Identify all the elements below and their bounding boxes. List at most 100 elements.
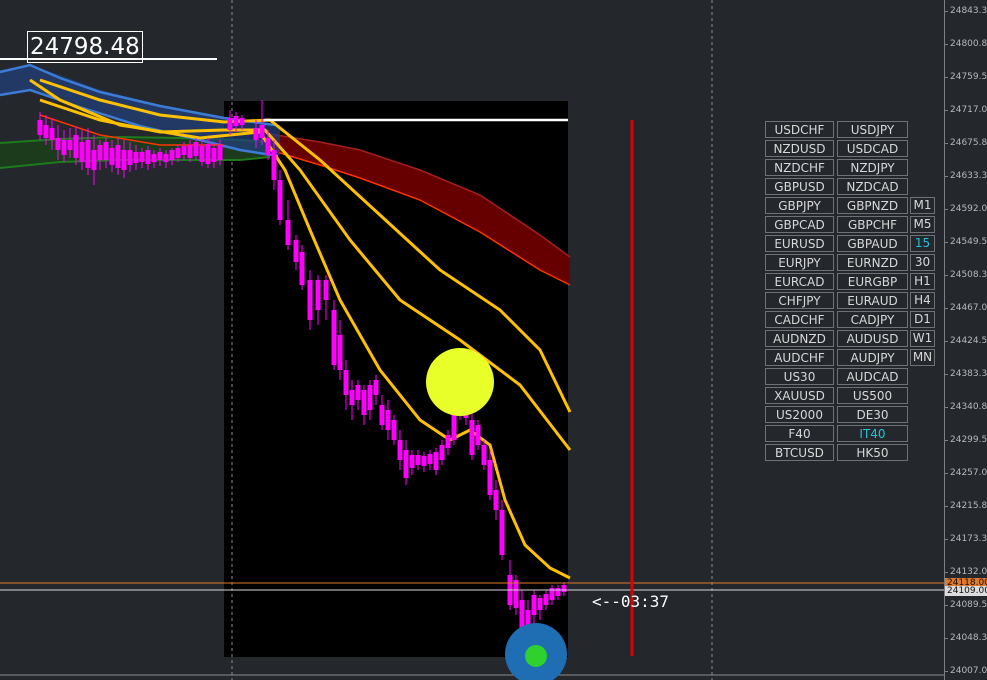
chart-window[interactable]: 24798.48 <--03:37 24843.30 24800.80 24759.… bbox=[0, 0, 987, 680]
symbol-button-audnzd[interactable]: AUDNZD bbox=[765, 330, 834, 347]
candle-body bbox=[91, 150, 97, 170]
candle-body bbox=[211, 148, 217, 162]
symbol-button-euraud[interactable]: EURAUD bbox=[837, 292, 908, 309]
candle-body bbox=[367, 385, 373, 410]
candle-body bbox=[409, 455, 415, 468]
symbol-button-gbpjpy[interactable]: GBPJPY bbox=[765, 197, 834, 214]
signal-dot-green bbox=[525, 645, 547, 667]
symbol-button-nzdusd[interactable]: NZDUSD bbox=[765, 140, 834, 157]
candle-body bbox=[145, 150, 151, 164]
candle-body bbox=[475, 425, 481, 445]
symbol-button-us500[interactable]: US500 bbox=[837, 387, 908, 404]
candle-body bbox=[361, 390, 367, 415]
symbol-button-cadjpy[interactable]: CADJPY bbox=[837, 311, 908, 328]
timeframe-button-mn[interactable]: MN bbox=[910, 349, 935, 366]
candle-body bbox=[493, 490, 499, 510]
symbol-button-f40[interactable]: F40 bbox=[765, 425, 834, 442]
price-axis-tick: 24299.55 bbox=[944, 435, 987, 445]
symbol-button-nzdcad[interactable]: NZDCAD bbox=[837, 178, 908, 195]
symbol-button-gbpcad[interactable]: GBPCAD bbox=[765, 216, 834, 233]
candle-body bbox=[233, 116, 239, 126]
symbol-button-chfjpy[interactable]: CHFJPY bbox=[765, 292, 834, 309]
price-axis-tick: 24048.30 bbox=[944, 633, 987, 643]
candle-body bbox=[385, 410, 391, 430]
candle-body bbox=[343, 370, 349, 395]
candle-body bbox=[271, 150, 277, 180]
signal-circle-yellow bbox=[426, 348, 494, 416]
price-axis-tick: 24173.30 bbox=[944, 534, 987, 544]
symbol-button-gbpusd[interactable]: GBPUSD bbox=[765, 178, 834, 195]
symbol-button-nzdchf[interactable]: NZDCHF bbox=[765, 159, 834, 176]
timeframe-button-30[interactable]: 30 bbox=[910, 254, 935, 271]
candle-body bbox=[181, 146, 187, 155]
candle-body bbox=[519, 600, 525, 630]
symbol-button-usdjpy[interactable]: USDJPY bbox=[837, 121, 908, 138]
candle-body bbox=[293, 240, 299, 262]
candle-body bbox=[163, 154, 169, 162]
candle-body bbox=[379, 405, 385, 425]
symbol-button-us30[interactable]: US30 bbox=[765, 368, 834, 385]
candle-countdown: <--03:37 bbox=[592, 592, 670, 611]
candle-body bbox=[555, 588, 561, 596]
symbol-button-cadchf[interactable]: CADCHF bbox=[765, 311, 834, 328]
symbol-button-hk50[interactable]: HK50 bbox=[837, 444, 908, 461]
symbol-button-eurjpy[interactable]: EURJPY bbox=[765, 254, 834, 271]
price-axis-tick: 24132.05 bbox=[944, 567, 987, 577]
candle-body bbox=[217, 145, 223, 160]
candle-body bbox=[445, 435, 451, 448]
symbol-button-xauusd[interactable]: XAUUSD bbox=[765, 387, 834, 404]
candle-body bbox=[499, 510, 505, 555]
candle-body bbox=[259, 125, 265, 138]
candle-body bbox=[49, 128, 55, 140]
symbol-button-eurgbp[interactable]: EURGBP bbox=[837, 273, 908, 290]
symbol-button-audusd[interactable]: AUDUSD bbox=[837, 330, 908, 347]
symbol-button-eurnzd[interactable]: EURNZD bbox=[837, 254, 908, 271]
timeframe-button-d1[interactable]: D1 bbox=[910, 311, 935, 328]
symbol-button-btcusd[interactable]: BTCUSD bbox=[765, 444, 834, 461]
price-axis-tick: 24675.80 bbox=[944, 138, 987, 148]
price-axis-tick: 24843.30 bbox=[944, 6, 987, 16]
timeframe-button-m5[interactable]: M5 bbox=[910, 216, 935, 233]
symbol-button-usdchf[interactable]: USDCHF bbox=[765, 121, 834, 138]
price-axis-tick: 24467.05 bbox=[944, 303, 987, 313]
symbol-button-nzdjpy[interactable]: NZDJPY bbox=[837, 159, 908, 176]
symbol-button-it40[interactable]: IT40 bbox=[837, 425, 908, 442]
symbol-button-usdcad[interactable]: USDCAD bbox=[837, 140, 908, 157]
timeframe-button-h4[interactable]: H4 bbox=[910, 292, 935, 309]
symbol-button-gbpchf[interactable]: GBPCHF bbox=[837, 216, 908, 233]
candle-body bbox=[513, 580, 519, 608]
ask-price-tag: 24109.00 bbox=[945, 586, 987, 596]
symbol-button-audjpy[interactable]: AUDJPY bbox=[837, 349, 908, 366]
candle-body bbox=[307, 280, 313, 320]
timeframe-button-h1[interactable]: H1 bbox=[910, 273, 935, 290]
symbol-button-gbpaud[interactable]: GBPAUD bbox=[837, 235, 908, 252]
candle-body bbox=[79, 142, 85, 162]
price-axis-tick: 24340.80 bbox=[944, 402, 987, 412]
timeframe-button-w1[interactable]: W1 bbox=[910, 330, 935, 347]
price-axis-tick: 24215.80 bbox=[944, 501, 987, 511]
symbol-button-eurusd[interactable]: EURUSD bbox=[765, 235, 834, 252]
candle-body bbox=[561, 585, 567, 592]
candle-body bbox=[199, 146, 205, 162]
candle-body bbox=[337, 335, 343, 370]
candle-body bbox=[397, 440, 403, 460]
candle-body bbox=[43, 125, 49, 138]
candle-body bbox=[157, 152, 163, 160]
symbol-button-audcad[interactable]: AUDCAD bbox=[837, 368, 908, 385]
candle-body bbox=[433, 452, 439, 470]
current-price-label: 24798.48 bbox=[27, 31, 143, 63]
candle-body bbox=[415, 455, 421, 465]
symbol-button-us2000[interactable]: US2000 bbox=[765, 406, 834, 423]
timeframe-button-m1[interactable]: M1 bbox=[910, 197, 935, 214]
symbol-button-gbpnzd[interactable]: GBPNZD bbox=[837, 197, 908, 214]
symbol-button-audchf[interactable]: AUDCHF bbox=[765, 349, 834, 366]
timeframe-button-15[interactable]: 15 bbox=[910, 235, 935, 252]
candle-body bbox=[315, 280, 321, 310]
symbol-button-eurcad[interactable]: EURCAD bbox=[765, 273, 834, 290]
candle-body bbox=[391, 420, 397, 440]
candle-body bbox=[355, 385, 361, 400]
candle-body bbox=[205, 144, 211, 164]
symbol-button-de30[interactable]: DE30 bbox=[837, 406, 908, 423]
candle-body bbox=[121, 150, 127, 170]
candle-body bbox=[331, 310, 337, 365]
